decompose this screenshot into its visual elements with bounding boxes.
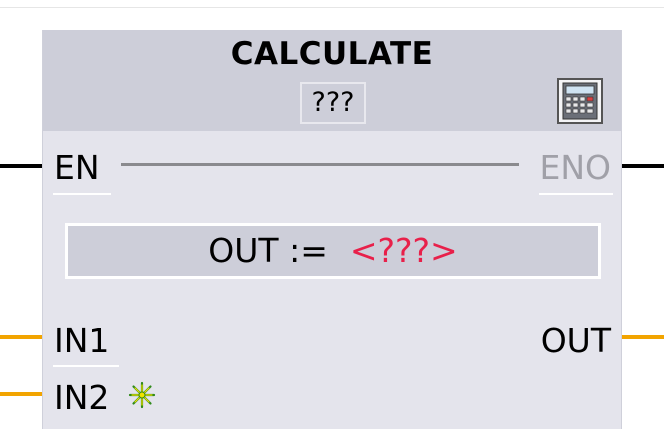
pin-in2-label[interactable]: IN2 [54, 381, 109, 414]
add-input-star-icon[interactable] [127, 380, 157, 410]
pin-out-label[interactable]: OUT [541, 324, 611, 357]
calculator-icon[interactable] [557, 78, 603, 124]
in1-wire [0, 335, 42, 339]
top-divider [0, 7, 664, 8]
pin-eno-underline [539, 193, 613, 195]
formula-expression: OUT := [208, 231, 328, 270]
ladder-canvas: CALCULATE ??? EN ENO OUT := <???> IN1 OUT [0, 0, 664, 429]
pin-in1-underline [53, 365, 119, 367]
en-wire [0, 164, 42, 168]
eno-wire [622, 164, 664, 168]
pin-in1-label[interactable]: IN1 [54, 324, 109, 357]
block-header: CALCULATE ??? [43, 30, 621, 131]
block-title: CALCULATE [230, 36, 434, 72]
en-eno-connection [121, 163, 519, 166]
pin-en-label[interactable]: EN [54, 151, 100, 184]
calculate-block[interactable]: CALCULATE ??? EN ENO OUT := <???> IN1 OUT [42, 30, 622, 429]
pin-en-underline [53, 193, 111, 195]
in2-wire [0, 392, 42, 396]
formula-field[interactable]: OUT := <???> [65, 223, 601, 279]
out-wire [622, 335, 664, 339]
formula-placeholder[interactable]: <???> [350, 231, 458, 270]
pin-eno-label[interactable]: ENO [539, 151, 611, 184]
instance-name-field[interactable]: ??? [300, 82, 366, 124]
